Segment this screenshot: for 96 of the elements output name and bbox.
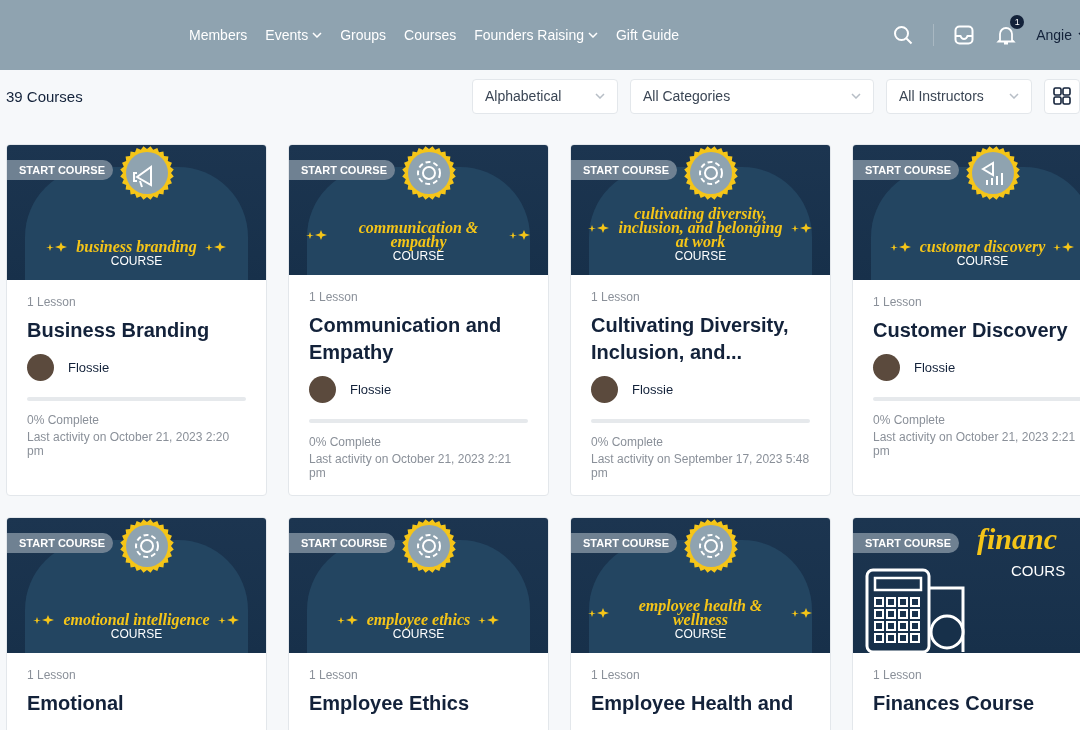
filter-dropdown[interactable]: All Categories: [630, 78, 874, 114]
course-cover[interactable]: START COURSE employee ethics COURSE: [289, 518, 548, 653]
seal-gear-icon: [399, 518, 459, 574]
course-card[interactable]: START COURSE employee ethics COURSE 1 Lesson Employee Ethics: [288, 517, 549, 730]
sparkles-icon: [306, 230, 328, 240]
course-card[interactable]: START COURSE employee health & wellness COURSE 1 Lesson Employee Health and: [570, 517, 831, 730]
sparkles-icon: [588, 608, 610, 618]
sparkles-icon: [336, 615, 359, 625]
progress-label: 0% Complete: [591, 435, 665, 449]
sparkles-icon: [588, 223, 610, 233]
cover-title: cultivating diversity, inclusion, and belonging at work: [618, 207, 783, 249]
course-cover[interactable]: START COURSE communication & empathy COURSE: [289, 145, 548, 275]
start-course-badge[interactable]: START COURSE: [289, 533, 395, 553]
cover-subtitle: COURSE: [110, 254, 163, 268]
start-course-badge[interactable]: START COURSE: [7, 160, 113, 180]
cover-subtitle: COURSE: [956, 254, 1009, 268]
author-name: Flossie: [68, 360, 110, 375]
cover-subtitle: COURSE: [674, 249, 727, 263]
course-cover[interactable]: START COURSE employee health & wellness COURSE: [571, 518, 830, 653]
seal-chart-icon: [963, 145, 1023, 201]
sparkles-icon: [791, 223, 813, 233]
avatar: [591, 376, 618, 403]
lesson-count: 1 Lesson: [27, 668, 77, 682]
cover-title: employee health & wellness: [637, 599, 764, 627]
progress-label: 0% Complete: [873, 413, 947, 427]
notification-count: 1: [1010, 15, 1025, 29]
start-course-badge[interactable]: START COURSE: [7, 533, 113, 553]
filter-dropdown[interactable]: Alphabetical: [472, 78, 618, 114]
course-title[interactable]: Customer Discovery: [873, 317, 1080, 344]
start-course-badge[interactable]: START COURSE: [853, 160, 959, 180]
course-title[interactable]: Employee Ethics: [309, 690, 528, 717]
course-cover[interactable]: START COURSE customer discovery COURSE: [853, 145, 1080, 280]
chevron-down-icon: [851, 93, 861, 99]
course-title[interactable]: Finances Course: [873, 690, 1080, 717]
progress-label: 0% Complete: [27, 413, 101, 427]
course-title[interactable]: Employee Health and: [591, 690, 810, 717]
grid-view-icon: [1053, 87, 1071, 105]
chevron-down-icon: [1009, 93, 1019, 99]
lesson-count: 1 Lesson: [309, 290, 359, 304]
lesson-count: 1 Lesson: [873, 668, 923, 682]
start-course-badge[interactable]: START COURSE: [571, 160, 677, 180]
author-name: Flossie: [350, 382, 392, 397]
course-card[interactable]: START COURSE communication & empathy COURSE 1 Lesson Communication and Empathy Flossie 0% Complete Last activity on October 21, 2023 2:21 pm: [288, 144, 549, 496]
avatar: [309, 376, 336, 403]
course-cover[interactable]: START COURSE business branding COURSE: [7, 145, 266, 280]
author-name: Flossie: [914, 360, 956, 375]
seal-gear-icon: [117, 518, 177, 574]
start-course-badge[interactable]: START COURSE: [853, 533, 959, 553]
grid-view-button[interactable]: [1044, 78, 1080, 114]
last-activity: Last activity on September 17, 2023 5:48 pm: [591, 452, 810, 480]
course-card[interactable]: START COURSE financ COURS 1 Lesson Finances Course: [852, 517, 1080, 730]
course-title[interactable]: Emotional: [27, 690, 246, 717]
avatar: [873, 354, 900, 381]
filter-dropdown[interactable]: All Instructors: [886, 78, 1032, 114]
last-activity: Last activity on October 21, 2023 2:21 pm: [873, 430, 1077, 458]
chevron-down-icon: [595, 93, 605, 99]
course-cover[interactable]: START COURSE financ COURS: [853, 518, 1080, 653]
author-name: Flossie: [632, 382, 674, 397]
course-card[interactable]: START COURSE emotional intelligence COURSE 1 Lesson Emotional: [6, 517, 267, 730]
sparkles-icon: [204, 242, 227, 252]
sparkles-icon: [217, 615, 240, 625]
user-menu[interactable]: Angie: [1036, 27, 1080, 43]
cover-title: financ: [977, 522, 1057, 556]
course-title[interactable]: Communication and Empathy: [309, 312, 528, 366]
cover-subtitle: COURSE: [392, 627, 445, 641]
lesson-count: 1 Lesson: [591, 290, 641, 304]
start-course-badge[interactable]: START COURSE: [289, 160, 395, 180]
lesson-count: 1 Lesson: [591, 668, 641, 682]
course-count: 39 Courses: [6, 87, 84, 105]
progress-label: 0% Complete: [309, 435, 383, 449]
course-cover[interactable]: START COURSE cultivating diversity, inclusion, and belonging at work COURSE: [571, 145, 830, 275]
cover-subtitle: COURS: [1011, 562, 1066, 579]
seal-gear-icon: [681, 145, 741, 201]
sparkles-icon: [509, 230, 531, 240]
seal-gear-icon: [399, 145, 459, 201]
course-card[interactable]: START COURSE cultivating diversity, inclusion, and belonging at work COURSE 1 Lesson Cultivating Diversity, Inclusion, and... Flossie 0% Complete Last activity on September 17, 2023 5:48 pm: [570, 144, 831, 496]
course-title[interactable]: Business Branding: [27, 317, 246, 344]
seal-gear-icon: [681, 518, 741, 574]
last-activity: Last activity on October 21, 2023 2:21 pm: [309, 452, 513, 480]
sparkles-icon: [791, 608, 813, 618]
lesson-count: 1 Lesson: [27, 295, 77, 309]
last-activity: Last activity on October 21, 2023 2:20 pm: [27, 430, 231, 458]
course-cover[interactable]: START COURSE emotional intelligence COURSE: [7, 518, 266, 653]
course-title[interactable]: Cultivating Diversity, Inclusion, and...: [591, 312, 810, 366]
avatar: [27, 354, 54, 381]
lesson-count: 1 Lesson: [873, 295, 923, 309]
course-card[interactable]: START COURSE business branding COURSE 1 Lesson Business Branding Flossie 0% Complete Last activity on October 21, 2023 2:20 pm: [6, 144, 267, 496]
course-card[interactable]: START COURSE customer discovery COURSE 1 Lesson Customer Discovery Flossie 0% Complete Last activity on October 21, 2023 2:21 pm: [852, 144, 1080, 496]
cover-subtitle: COURSE: [392, 249, 445, 263]
cover-subtitle: COURSE: [674, 627, 727, 641]
sparkles-icon: [889, 242, 912, 252]
lesson-count: 1 Lesson: [309, 668, 359, 682]
start-course-badge[interactable]: START COURSE: [571, 533, 677, 553]
seal-megaphone-icon: [117, 145, 177, 201]
inbox-icon[interactable]: [952, 23, 977, 47]
cover-subtitle: COURSE: [110, 627, 163, 641]
